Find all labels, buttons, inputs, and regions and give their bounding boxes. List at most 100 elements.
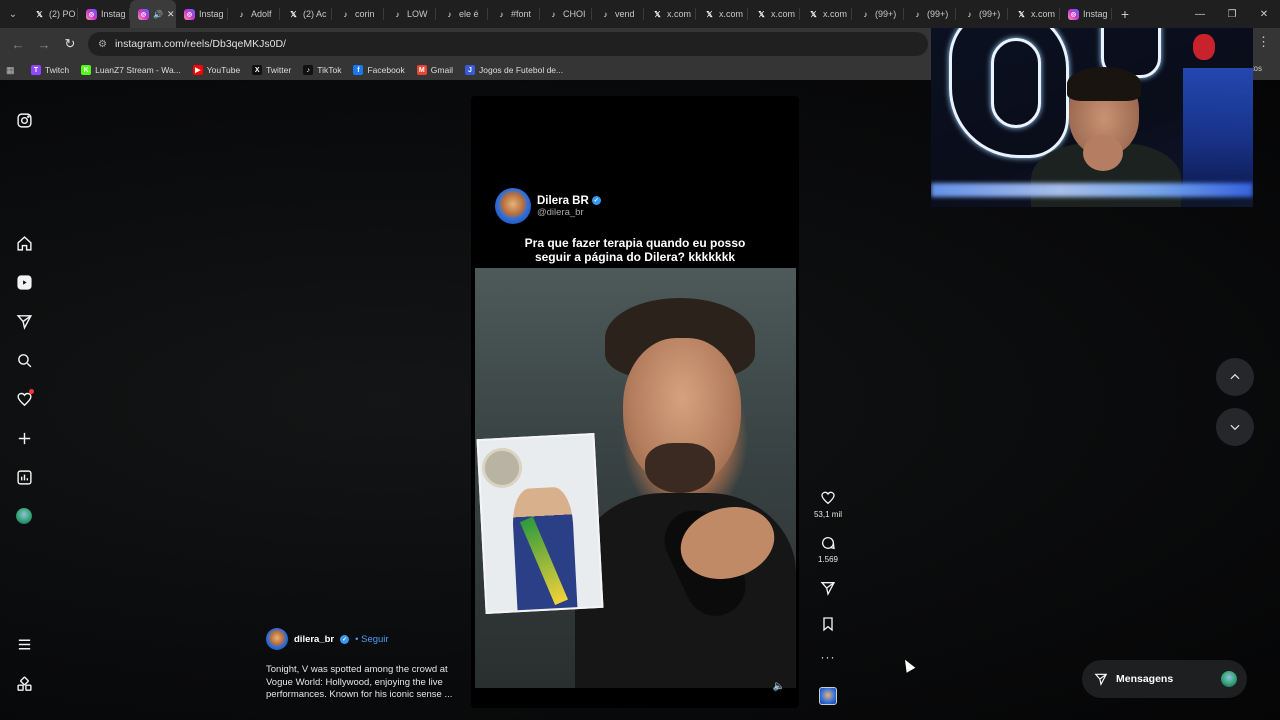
browser-tab[interactable]: 𝕏 (2) Ac [280, 0, 332, 28]
browser-tab[interactable]: ◎ Instag [1060, 0, 1112, 28]
browser-tab[interactable]: ♪ #font [488, 0, 540, 28]
spiderman-figure [1193, 34, 1215, 60]
restore-icon[interactable]: ❐ [1216, 0, 1248, 28]
create-plus-icon[interactable] [14, 428, 34, 448]
tiktok-favicon-icon: ♪ [395, 9, 400, 19]
search-icon[interactable] [14, 350, 34, 370]
browser-tab[interactable]: ♪ LOW [384, 0, 436, 28]
browser-tab[interactable]: ♪ (99+) [852, 0, 904, 28]
bookmark-favicon-icon: X [252, 65, 263, 75]
browser-tab[interactable]: ♪ vend [592, 0, 644, 28]
browser-tab[interactable]: 𝕏x.com [1008, 0, 1060, 28]
profile-avatar[interactable] [14, 506, 34, 526]
bookmark-item[interactable]: J Jogos de Futebol de... [460, 65, 568, 75]
sidebar [0, 80, 48, 720]
browser-tab[interactable]: 𝕏x.com [748, 0, 800, 28]
home-icon[interactable] [14, 233, 34, 253]
tab-title: (2) PO [49, 9, 76, 19]
tiktok-favicon-icon: ♪ [915, 9, 920, 19]
tab-search-icon[interactable]: ⌄ [0, 0, 26, 28]
bookmark-item[interactable]: M Gmail [412, 65, 458, 75]
instagram-favicon-icon: ◎ [86, 8, 97, 20]
like-heart-icon[interactable] [820, 490, 836, 506]
browser-tab[interactable]: ♪ Adolf [228, 0, 280, 28]
bookmark-item[interactable]: K LuanZ7 Stream - Wa... [76, 65, 186, 75]
tab-title: LOW [407, 9, 428, 19]
tab-strip: ⌄ 𝕏 (2) PO ◎ Instag ◎ 🔊 ✕ ◎ Instag ♪ Adolf 𝕏 (2) Ac ♪… [0, 0, 1280, 28]
comment-icon[interactable] [820, 535, 836, 551]
bookmark-item[interactable]: ♪ TikTok [298, 65, 346, 75]
comment-action: 1.569 [812, 535, 844, 564]
tab-title: CHOI [563, 9, 586, 19]
browser-tab[interactable]: 𝕏x.com [696, 0, 748, 28]
tab-title: (99+) [927, 9, 949, 19]
site-info-icon[interactable]: ⚙ [98, 39, 107, 50]
tiktok-favicon-icon: ♪ [447, 9, 452, 19]
bookmark-item[interactable]: f Facebook [348, 65, 409, 75]
instagram-logo-icon[interactable] [14, 110, 34, 130]
close-icon[interactable]: ✕ [1248, 0, 1280, 28]
x-favicon-icon: 𝕏 [810, 9, 817, 19]
previous-reel-button[interactable] [1216, 358, 1254, 396]
post-username[interactable]: dilera_br [294, 634, 334, 645]
messages-icon[interactable] [14, 311, 34, 331]
instagram-favicon-icon: ◎ [138, 8, 149, 20]
browser-tab[interactable]: ◎ Instag [176, 0, 228, 28]
tab-title: Instag [199, 9, 224, 19]
browser-tab[interactable]: ♪ CHOI [540, 0, 592, 28]
url-text: instagram.com/reels/Db3qeMKJs0D/ [114, 38, 286, 50]
browser-tab[interactable]: ♪ ele é [436, 0, 488, 28]
reel-video-player[interactable]: Dilera BR ✓ @dilera_br Pra que fazer ter… [471, 96, 799, 708]
bookmark-item[interactable]: T Twitch [26, 65, 74, 75]
tab-title: corin [355, 9, 375, 19]
bookmark-favicon-icon: M [416, 65, 427, 75]
audio-track-thumbnail[interactable] [812, 687, 844, 705]
reels-icon[interactable] [14, 272, 34, 292]
post-author-avatar[interactable] [266, 628, 288, 650]
browser-tab[interactable]: ◎ Instag [78, 0, 130, 28]
reload-icon[interactable]: ↻ [58, 32, 82, 56]
new-tab-button[interactable]: + [1112, 6, 1138, 22]
tiktok-favicon-icon: ♪ [239, 9, 244, 19]
notifications-heart-icon[interactable] [14, 389, 34, 409]
post-user-row: dilera_br ✓ • Seguir [266, 628, 466, 650]
chevron-up-icon [1230, 373, 1240, 380]
post-caption[interactable]: Tonight, V was spotted among the crowd a… [266, 664, 466, 702]
audio-toggle-icon[interactable]: 🔈 [773, 681, 785, 692]
bookmark-favicon-icon: ▶ [192, 65, 203, 75]
back-icon[interactable]: ← [6, 32, 30, 56]
bookmark-label: YouTube [206, 65, 241, 75]
bookmark-favicon-icon: J [465, 65, 475, 75]
tab-list: 𝕏 (2) PO ◎ Instag ◎ 🔊 ✕ ◎ Instag ♪ Adolf 𝕏 (2) Ac ♪ co… [26, 0, 1112, 28]
messages-button[interactable]: Mensagens [1082, 660, 1247, 698]
follow-button[interactable]: • Seguir [355, 634, 388, 645]
x-favicon-icon: 𝕏 [1018, 9, 1025, 19]
next-reel-button[interactable] [1216, 408, 1254, 446]
bookmark-favicon-icon: T [31, 65, 41, 75]
browser-tab[interactable]: 𝕏x.com [800, 0, 852, 28]
tab-title: Adolf [251, 9, 272, 19]
bookmark-icon[interactable] [820, 616, 836, 632]
share-icon[interactable] [820, 580, 836, 596]
browser-tab[interactable]: ♪ (99+) [904, 0, 956, 28]
address-bar[interactable]: ⚙ instagram.com/reels/Db3qeMKJs0D/ [88, 32, 928, 56]
tab-audio-icon[interactable]: 🔊 [153, 10, 163, 19]
browser-tab[interactable]: ♪ (99+) [956, 0, 1008, 28]
minimize-icon[interactable]: — [1184, 0, 1216, 28]
tab-title: x.com [823, 9, 848, 19]
more-menu-icon[interactable] [14, 634, 34, 654]
forward-icon[interactable]: → [32, 32, 56, 56]
apps-grid-icon[interactable]: ▦ [6, 65, 18, 75]
tab-close-icon[interactable]: ✕ [167, 9, 175, 20]
browser-tab[interactable]: ◎ 🔊 ✕ [130, 0, 176, 28]
browser-tab[interactable]: ♪ corin [332, 0, 384, 28]
bookmark-item[interactable]: ▶ YouTube [188, 65, 245, 75]
browser-tab[interactable]: 𝕏 (2) PO [26, 0, 78, 28]
messages-send-icon [1094, 673, 1108, 686]
browser-menu-icon[interactable]: ⋮ [1257, 34, 1270, 50]
browser-tab[interactable]: 𝕏x.com [644, 0, 696, 28]
also-from-meta-icon[interactable] [14, 674, 34, 694]
bookmark-item[interactable]: X Twitter [247, 65, 296, 75]
more-options-icon[interactable]: ··· [812, 650, 844, 664]
dashboard-icon[interactable] [14, 467, 34, 487]
